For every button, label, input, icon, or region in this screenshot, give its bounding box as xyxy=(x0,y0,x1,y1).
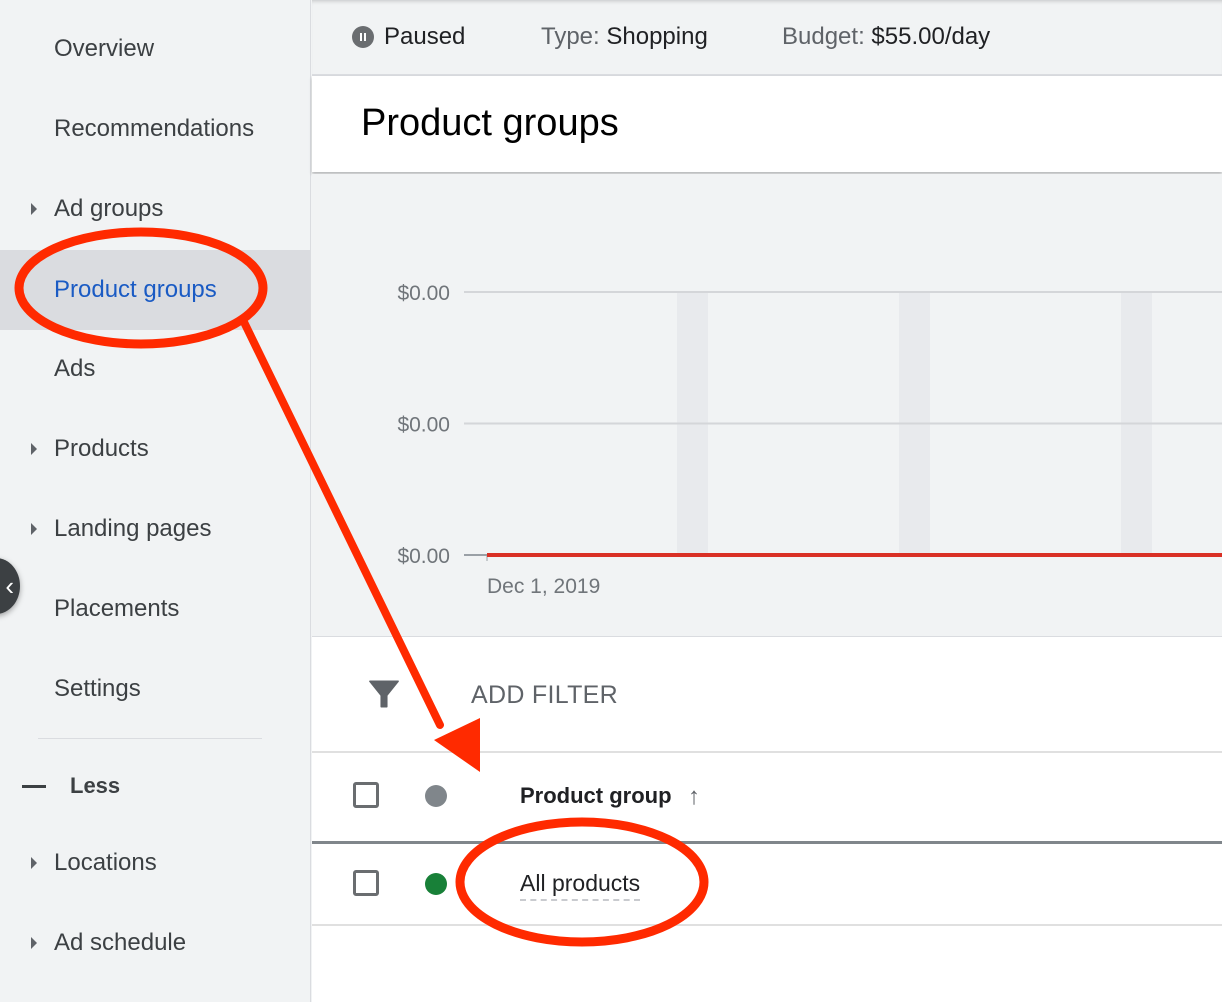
less-toggle[interactable]: Less xyxy=(0,760,310,812)
table-row: All products xyxy=(312,844,1222,926)
sidebar: Overview Recommendations Ad groups Produ… xyxy=(0,0,311,1002)
sidebar-item-landing-pages[interactable]: Landing pages xyxy=(0,489,310,569)
y-tick-label: $0.00 xyxy=(397,282,450,305)
sidebar-item-recommendations[interactable]: Recommendations xyxy=(0,89,310,169)
sidebar-item-label: Ads xyxy=(54,355,96,382)
table-header: Product group ↑ xyxy=(312,753,1222,844)
y-tick-label: $0.00 xyxy=(397,414,450,437)
chart-svg: $0.00 $0.00 $0.00 Dec 1, 2019 xyxy=(397,282,1222,598)
sidebar-item-ads[interactable]: Ads xyxy=(0,329,310,409)
caret-right-icon[interactable] xyxy=(31,937,37,949)
sidebar-item-ad-schedule[interactable]: Ad schedule xyxy=(0,903,310,983)
sidebar-item-label: Products xyxy=(54,435,149,462)
budget-value: $55.00/day xyxy=(871,23,991,50)
caret-right-icon[interactable] xyxy=(31,857,37,869)
performance-chart: $0.00 $0.00 $0.00 Dec 1, 2019 xyxy=(312,174,1222,637)
caret-right-icon[interactable] xyxy=(31,443,37,455)
sidebar-item-label: Product groups xyxy=(54,276,217,303)
sidebar-item-placements[interactable]: Placements xyxy=(0,569,310,649)
less-label: Less xyxy=(70,773,121,798)
type-value: Shopping xyxy=(606,23,708,50)
sidebar-item-label: Ad schedule xyxy=(54,929,187,956)
caret-right-icon[interactable] xyxy=(31,523,37,535)
campaign-type: Type: Shopping xyxy=(541,23,708,51)
filter-bar: ADD FILTER xyxy=(312,637,1222,753)
pause-circle-icon xyxy=(352,26,374,48)
sidebar-item-label: Placements xyxy=(54,595,180,622)
sidebar-item-settings[interactable]: Settings xyxy=(0,649,310,729)
main-content: Paused Type: Shopping Budget: $55.00/day… xyxy=(312,0,1222,1002)
minus-icon xyxy=(22,784,46,788)
sidebar-item-label: Overview xyxy=(54,35,155,62)
status-header-dot xyxy=(425,785,447,807)
sidebar-item-product-groups[interactable]: Product groups xyxy=(0,250,310,330)
campaign-status-bar: Paused Type: Shopping Budget: $55.00/day xyxy=(312,0,1222,76)
campaign-status[interactable]: Paused xyxy=(352,23,465,51)
sidebar-item-products[interactable]: Products xyxy=(0,409,310,489)
chevron-left-icon: ‹ xyxy=(5,570,14,601)
column-header-product-group[interactable]: Product group xyxy=(520,783,672,809)
arrow-up-icon[interactable]: ↑ xyxy=(688,783,700,811)
page-title: Product groups xyxy=(361,102,619,144)
campaign-budget[interactable]: Budget: $55.00/day xyxy=(782,23,990,51)
status-enabled-dot[interactable] xyxy=(425,873,447,895)
sidebar-item-overview[interactable]: Overview xyxy=(0,9,310,89)
select-all-checkbox[interactable] xyxy=(353,782,379,808)
sidebar-divider xyxy=(38,738,262,739)
sidebar-item-locations[interactable]: Locations xyxy=(0,823,310,903)
type-label: Type: xyxy=(541,23,600,50)
product-group-cell[interactable]: All products xyxy=(520,870,641,901)
filter-icon[interactable] xyxy=(367,677,401,711)
sidebar-item-label: Recommendations xyxy=(54,115,255,142)
sidebar-item-label: Locations xyxy=(54,849,157,876)
y-tick-label: $0.00 xyxy=(397,545,450,568)
budget-label: Budget: xyxy=(782,23,865,50)
product-groups-table: Product group ↑ All products xyxy=(312,753,1222,1002)
sidebar-item-label: Ad groups xyxy=(54,195,164,222)
row-checkbox[interactable] xyxy=(353,870,379,896)
caret-right-icon[interactable] xyxy=(31,203,37,215)
sidebar-item-label: Landing pages xyxy=(54,515,212,542)
status-text: Paused xyxy=(384,23,466,50)
sidebar-item-label: Settings xyxy=(54,675,141,702)
page-header: Product groups xyxy=(312,76,1222,172)
add-filter-button[interactable]: ADD FILTER xyxy=(471,681,618,710)
sidebar-item-ad-groups[interactable]: Ad groups xyxy=(0,169,310,249)
x-tick-label: Dec 1, 2019 xyxy=(487,575,600,598)
